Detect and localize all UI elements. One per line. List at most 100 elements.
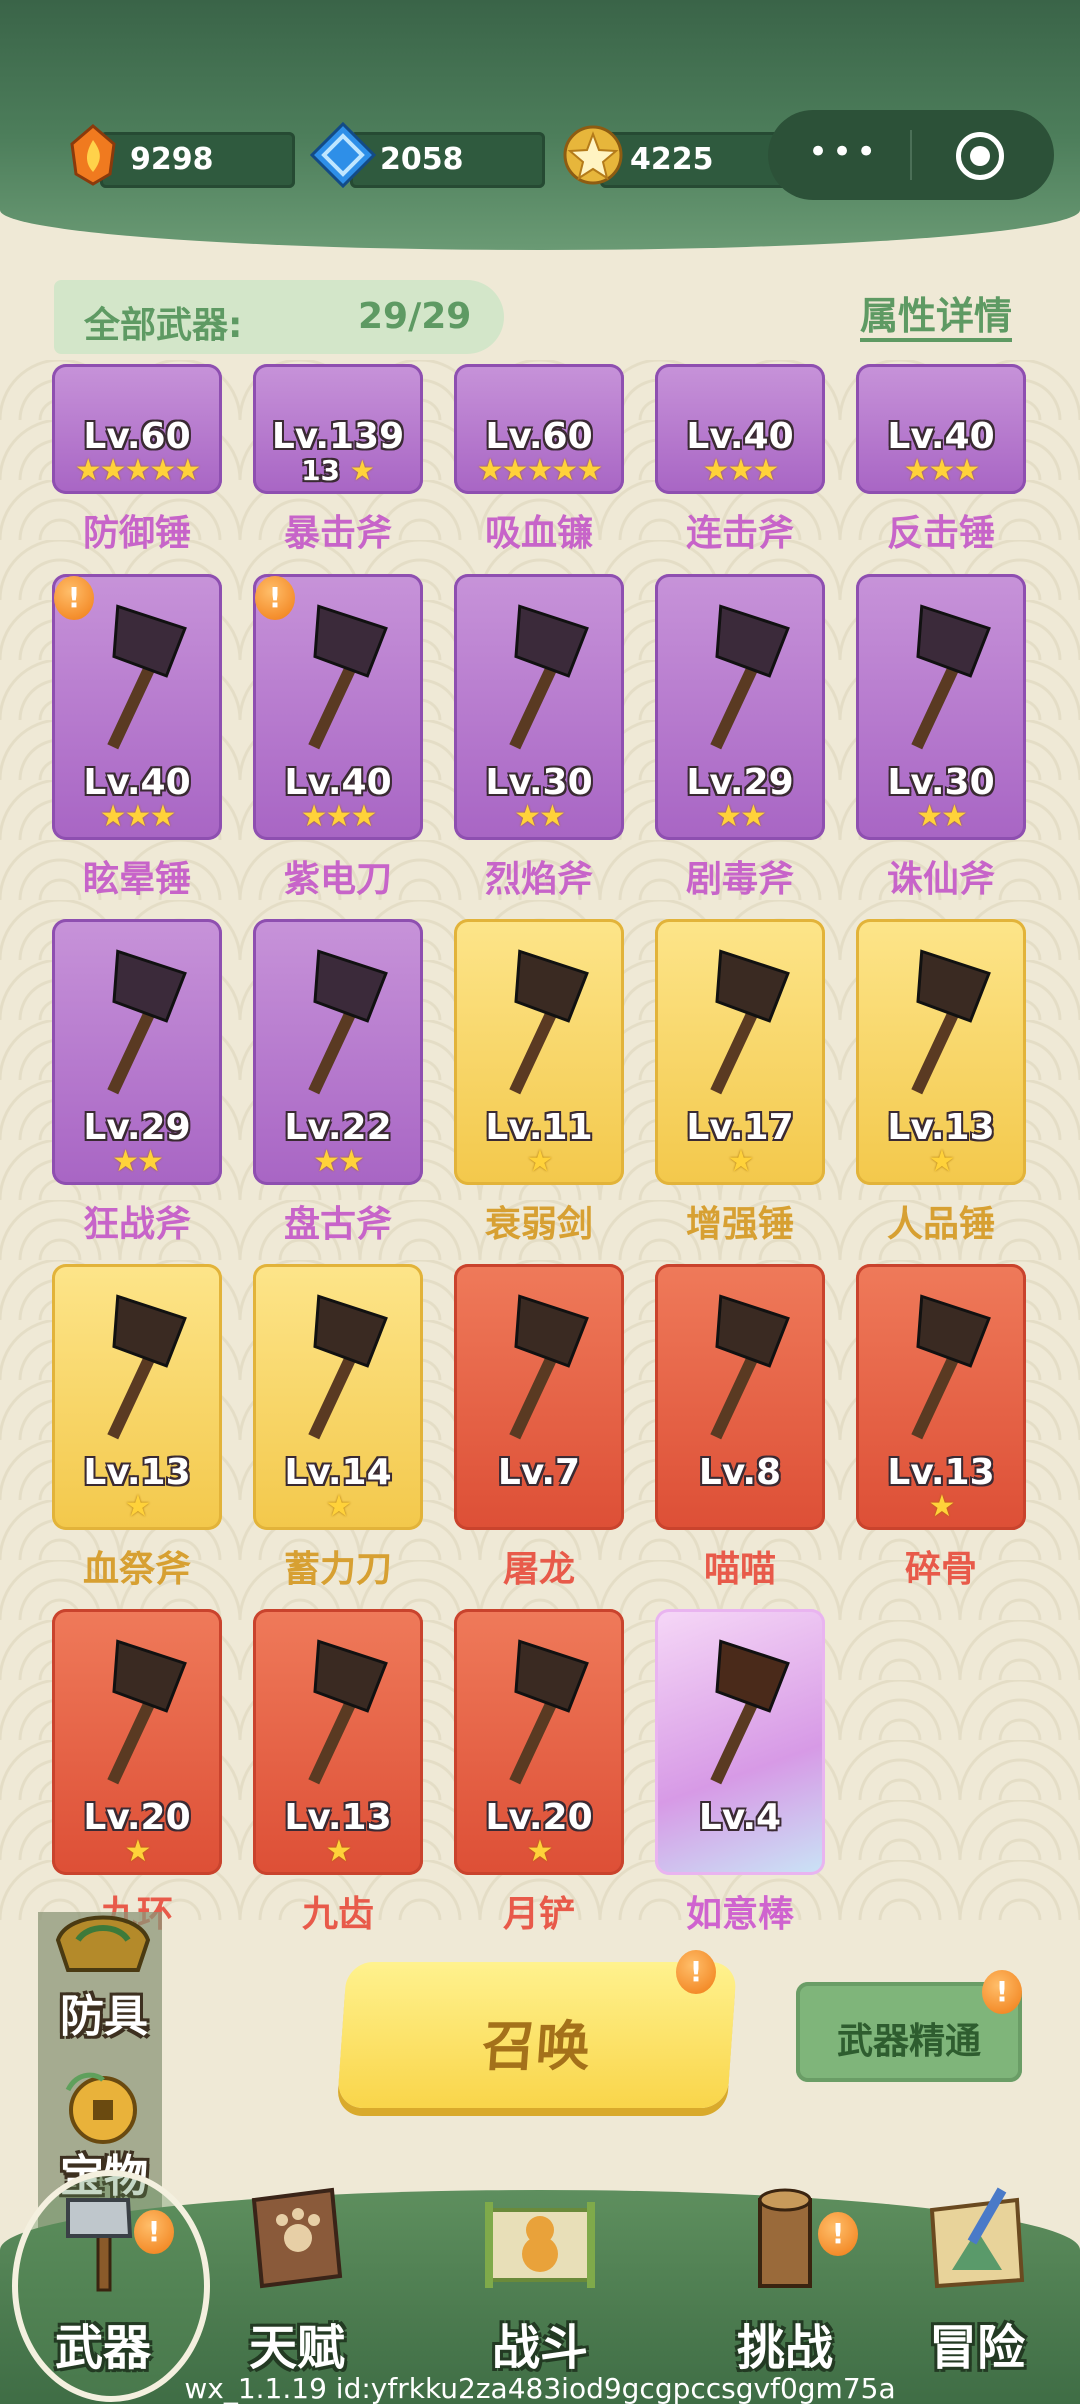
currency-value: 9298: [130, 142, 214, 177]
weapon-star-count: 13 ★: [301, 454, 375, 487]
weapon-card[interactable]: Lv.30 ★★: [856, 574, 1026, 840]
weapon-level: Lv.14: [284, 1452, 392, 1493]
weapon-name: 碎骨: [904, 1549, 977, 1590]
weapon-name: 人品锤: [886, 1204, 995, 1245]
weapon-alert-icon: !: [255, 576, 295, 620]
weapon-stars: ★★: [313, 1144, 365, 1179]
weapon-stars: ★: [526, 1144, 554, 1179]
attribute-details-link[interactable]: 属性详情: [860, 294, 1013, 342]
weapon-level: Lv.40: [83, 762, 191, 803]
weapon-art-icon: [107, 1294, 187, 1440]
weapon-art-icon: [107, 949, 187, 1095]
weapon-name: 喵喵: [703, 1549, 776, 1590]
weapon-card[interactable]: Lv.13 ★: [856, 919, 1026, 1185]
weapon-card[interactable]: Lv.13 ★: [52, 1264, 222, 1530]
weapon-name: 盘古斧: [283, 1204, 392, 1245]
weapon-art-icon: [509, 604, 589, 750]
weapon-art-icon: [308, 604, 388, 750]
weapon-stars: ★★★★★: [476, 453, 603, 488]
weapon-card[interactable]: Lv.139 13 ★: [253, 364, 423, 494]
weapon-level: Lv.20: [83, 1797, 191, 1838]
weapon-art-icon: [911, 949, 991, 1095]
weapon-card[interactable]: Lv.40 ★★★: [856, 364, 1026, 494]
weapon-level: Lv.30: [485, 762, 593, 803]
weapon-card[interactable]: Lv.7: [454, 1264, 624, 1530]
mastery-alert-icon: !: [982, 1970, 1022, 2014]
nav-talent[interactable]: 天赋: [212, 2180, 382, 2380]
weapon-card[interactable]: Lv.13 ★: [856, 1264, 1026, 1530]
currency-value: 2058: [380, 142, 464, 177]
weapon-stars: ★: [124, 1489, 152, 1524]
weapon-level: Lv.13: [887, 1452, 995, 1493]
weapon-name: 屠龙: [502, 1549, 575, 1590]
weapon-name: 眩晕锤: [82, 859, 191, 900]
summon-button[interactable]: 召唤: [336, 1962, 738, 2108]
nav-adventure[interactable]: 冒险: [892, 2180, 1062, 2380]
weapon-level: Lv.4: [698, 1797, 782, 1838]
weapon-name: 连击斧: [685, 513, 794, 554]
nav-battle[interactable]: 战斗: [455, 2180, 625, 2380]
nav-challenge[interactable]: 挑战: [700, 2180, 870, 2380]
map-icon: [929, 2187, 1025, 2289]
weapon-card[interactable]: Lv.17 ★: [655, 919, 825, 1185]
weapon-card[interactable]: Lv.22 ★★: [253, 919, 423, 1185]
weapon-art-icon: [911, 604, 991, 750]
weapon-name: 如意棒: [685, 1894, 794, 1935]
weapon-card[interactable]: Lv.4: [655, 1609, 825, 1875]
close-target-icon[interactable]: [956, 132, 1004, 180]
weapon-card[interactable]: Lv.8: [655, 1264, 825, 1530]
weapon-card[interactable]: Lv.14 ★: [253, 1264, 423, 1530]
fire-crystal-icon: [70, 124, 116, 186]
currency-value: 4225: [630, 142, 714, 177]
weapon-level: Lv.13: [887, 1107, 995, 1148]
weapon-name: 衰弱剑: [484, 1204, 593, 1245]
weapon-name: 血祭斧: [82, 1549, 191, 1590]
weapon-card[interactable]: Lv.30 ★★: [454, 574, 624, 840]
nav-adventure-label: 冒险: [928, 2320, 1025, 2376]
miniprogram-capsule: •••: [768, 110, 1054, 200]
weapon-art-icon: [710, 1639, 790, 1785]
nav-battle-label: 战斗: [491, 2320, 588, 2376]
weapon-card[interactable]: Lv.20 ★: [454, 1609, 624, 1875]
weapon-level: Lv.7: [497, 1452, 581, 1493]
weapon-card[interactable]: Lv.29 ★★: [655, 574, 825, 840]
weapon-card[interactable]: Lv.60 ★★★★★: [52, 364, 222, 494]
weapon-card[interactable]: Lv.60 ★★★★★: [454, 364, 624, 494]
nav-challenge-alert-icon: !: [818, 2212, 858, 2256]
weapon-stars: ★★★: [903, 453, 981, 488]
book-icon: [251, 2187, 343, 2289]
weapon-stars: ★: [124, 1834, 152, 1869]
armor-button[interactable]: 防具: [36, 1900, 172, 2050]
weapon-art-icon: [710, 1294, 790, 1440]
weapon-card[interactable]: Lv.11 ★: [454, 919, 624, 1185]
weapon-card[interactable]: Lv.40 ★★★: [655, 364, 825, 494]
weapon-level: Lv.30: [887, 762, 995, 803]
weapon-stars: ★: [928, 1489, 956, 1524]
weapon-card[interactable]: Lv.29 ★★: [52, 919, 222, 1185]
more-menu-button[interactable]: •••: [808, 132, 880, 172]
weapon-art-icon: [710, 604, 790, 750]
weapon-name: 暴击斧: [283, 513, 392, 554]
weapon-stars: ★★: [715, 799, 767, 834]
weapon-stars: ★★★: [702, 453, 780, 488]
weapon-card[interactable]: Lv.20 ★: [52, 1609, 222, 1875]
blue-diamond-icon: [310, 122, 376, 188]
summon-label: 召唤: [479, 2015, 593, 2078]
weapon-level: Lv.20: [485, 1797, 593, 1838]
capsule-divider: [910, 130, 912, 180]
weapon-name: 防御锤: [82, 513, 191, 554]
weapon-card[interactable]: Lv.13 ★: [253, 1609, 423, 1875]
summon-alert-icon: !: [676, 1950, 716, 1994]
weapon-stars: ★★★: [99, 799, 177, 834]
weapon-level: Lv.13: [83, 1452, 191, 1493]
weapon-stars: ★★: [112, 1144, 164, 1179]
treasure-icon: [65, 2072, 137, 2144]
nav-weapons-label: 武器: [54, 2320, 151, 2376]
weapon-art-icon: [509, 1639, 589, 1785]
weapon-stars: ★: [727, 1144, 755, 1179]
weapon-alert-icon: !: [54, 576, 94, 620]
nav-weapons[interactable]: 武器: [12, 2170, 210, 2402]
weapon-level: Lv.22: [284, 1107, 392, 1148]
currency-medal: 4225: [560, 122, 800, 194]
weapon-stars: ★★: [514, 799, 566, 834]
